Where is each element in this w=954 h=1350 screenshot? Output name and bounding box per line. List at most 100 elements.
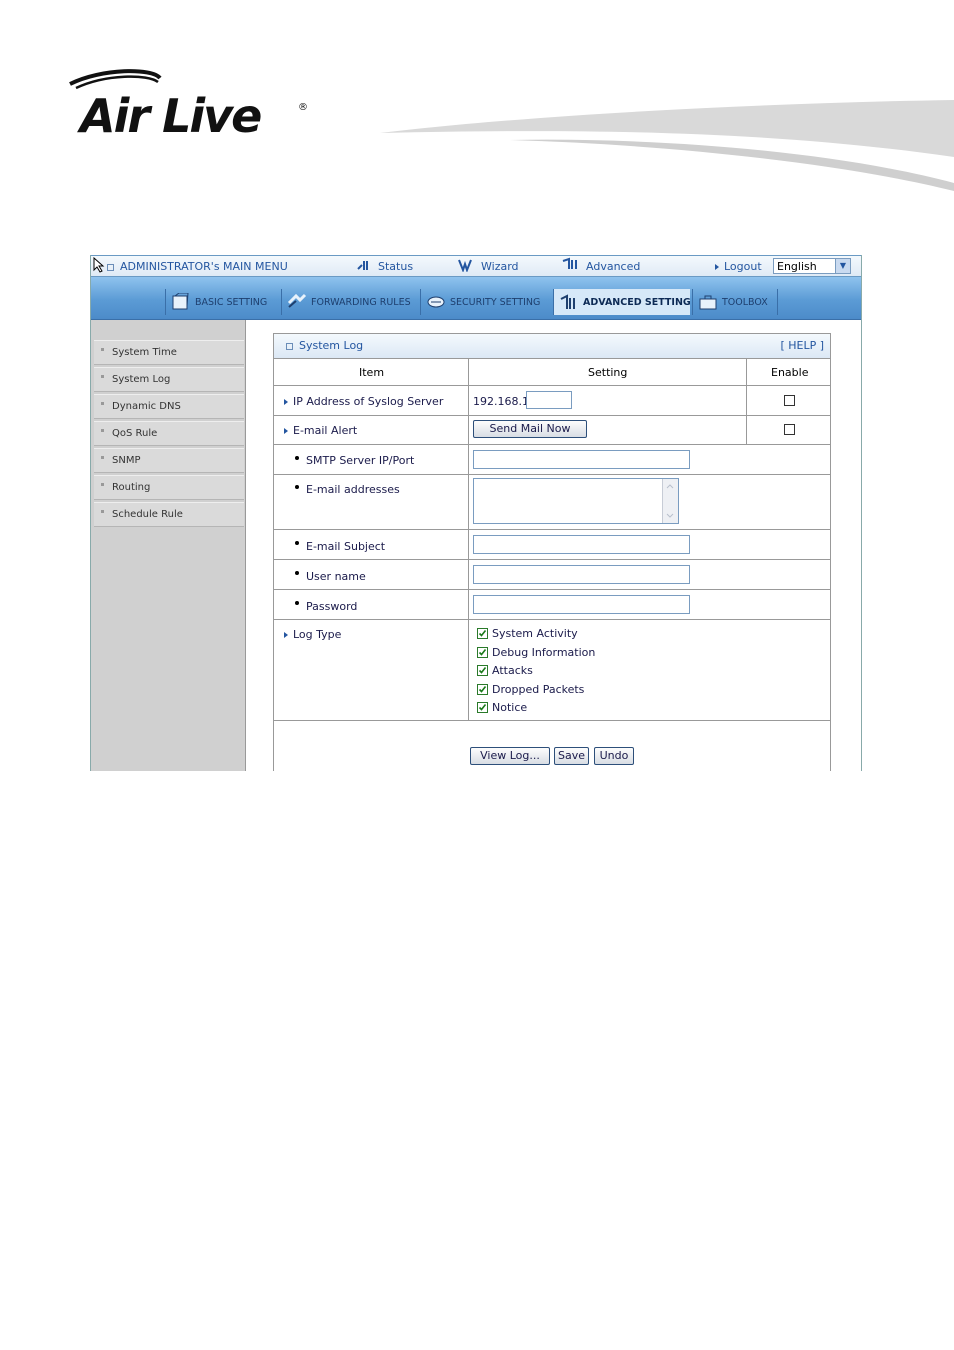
- email-subject-input[interactable]: [473, 535, 690, 554]
- log-type-option-label: Attacks: [492, 664, 533, 678]
- sidebar-item-label: Routing: [112, 482, 151, 493]
- sidebar-item-dynamic-dns[interactable]: Dynamic DNS: [94, 394, 244, 419]
- log-type-row: Log Type System Activity Debug Informatio…: [274, 620, 830, 721]
- syslog-item-cell: IP Address of Syslog Server: [274, 386, 469, 415]
- bullet-icon: [101, 375, 104, 378]
- sidebar-item-snmp[interactable]: SNMP: [94, 448, 244, 473]
- main-menu-bar: ADMINISTRATOR's MAIN MENU Status Wizard …: [91, 255, 861, 277]
- log-type-checkbox[interactable]: [477, 628, 488, 639]
- bullet-icon: [101, 429, 104, 432]
- email-addresses-label: E-mail addresses: [306, 483, 400, 496]
- row-arrow-icon: [284, 428, 288, 434]
- tab-basic-setting[interactable]: BASIC SETTING: [165, 289, 279, 315]
- router-ui-screenshot: ADMINISTRATOR's MAIN MENU Status Wizard …: [90, 255, 862, 771]
- row-arrow-icon: [284, 399, 288, 405]
- smtp-label: SMTP Server IP/Port: [306, 454, 415, 467]
- smtp-server-input[interactable]: [473, 450, 690, 469]
- column-header-enable: Enable: [771, 366, 809, 379]
- log-type-checkbox[interactable]: [477, 683, 488, 695]
- textarea-scrollbar[interactable]: [662, 479, 678, 523]
- save-button[interactable]: Save: [554, 747, 589, 765]
- log-type-checkbox[interactable]: [477, 665, 488, 677]
- sidebar-item-schedule-rule[interactable]: Schedule Rule: [94, 502, 244, 527]
- logout-link[interactable]: Logout: [724, 260, 762, 273]
- column-header-setting: Setting: [588, 366, 628, 379]
- tab-bar: BASIC SETTING FORWARDING RULES SECURITY …: [91, 277, 861, 320]
- send-mail-now-button[interactable]: Send Mail Now: [473, 420, 587, 438]
- email-alert-label: E-mail Alert: [284, 424, 357, 437]
- panel-title: System Log: [299, 339, 364, 352]
- svg-text:Air Live: Air Live: [77, 89, 261, 143]
- bullet-dot-icon: [295, 541, 299, 545]
- language-select[interactable]: English ▼: [773, 258, 851, 274]
- username-row: User name: [274, 560, 830, 590]
- tab-security-setting[interactable]: SECURITY SETTING: [420, 289, 551, 315]
- email-subject-row: E-mail Subject: [274, 530, 830, 560]
- syslog-enable-checkbox[interactable]: [784, 395, 795, 406]
- chevron-down-icon: ▼: [835, 259, 850, 273]
- sidebar-item-system-time[interactable]: System Time: [94, 340, 244, 365]
- bullet-dot-icon: [295, 601, 299, 605]
- bullet-dot-icon: [295, 571, 299, 575]
- syslog-label: IP Address of Syslog Server: [284, 395, 443, 408]
- status-link[interactable]: Status: [378, 260, 413, 273]
- sidebar-item-label: QoS Rule: [112, 428, 158, 439]
- sidebar: System Time System Log Dynamic DNS QoS R…: [91, 320, 246, 771]
- bullet-dot-icon: [295, 456, 299, 460]
- tab-label: FORWARDING RULES: [311, 296, 411, 308]
- email-addresses-row: E-mail addresses: [274, 475, 830, 530]
- log-type-label: Log Type: [284, 628, 341, 641]
- log-type-checkbox[interactable]: [477, 646, 488, 658]
- admin-main-menu-label: ADMINISTRATOR's MAIN MENU: [120, 260, 288, 273]
- syslog-label-text: IP Address of Syslog Server: [293, 395, 444, 408]
- username-item-cell: User name: [274, 560, 469, 589]
- email-alert-enable-checkbox[interactable]: [784, 424, 795, 435]
- title-square-icon: [286, 343, 293, 350]
- syslog-ip-prefix: 192.168.1.: [473, 395, 533, 408]
- sidebar-item-system-log[interactable]: System Log: [94, 367, 244, 392]
- bullet-dot-icon: [295, 485, 299, 489]
- tab-toolbox[interactable]: TOOLBOX: [692, 289, 778, 315]
- tab-label: SECURITY SETTING: [450, 296, 541, 308]
- view-log-button[interactable]: View Log...: [470, 747, 550, 765]
- log-type-label-text: Log Type: [293, 628, 342, 641]
- help-link[interactable]: [ HELP ]: [780, 339, 824, 352]
- username-label: User name: [306, 570, 366, 583]
- log-type-checkbox[interactable]: [477, 702, 488, 714]
- wizard-link[interactable]: Wizard: [481, 260, 519, 273]
- bullet-icon: [101, 483, 104, 486]
- email-addresses-item-cell: E-mail addresses: [274, 475, 469, 529]
- forwarding-rules-icon: [286, 293, 308, 311]
- header-swoosh: [380, 95, 954, 195]
- system-log-panel: System Log [ HELP ] Item Setting Enable …: [273, 333, 831, 771]
- email-alert-enable-cell: [746, 416, 830, 444]
- sidebar-item-label: Schedule Rule: [112, 509, 183, 520]
- advanced-setting-icon: [558, 293, 580, 311]
- email-alert-item-cell: E-mail Alert: [274, 416, 469, 444]
- sidebar-item-label: SNMP: [112, 455, 141, 466]
- sidebar-item-routing[interactable]: Routing: [94, 475, 244, 500]
- smtp-server-row: SMTP Server IP/Port: [274, 445, 830, 475]
- logout-arrow-icon: [715, 264, 719, 270]
- advanced-link[interactable]: Advanced: [586, 260, 640, 273]
- log-type-item-cell: Log Type: [274, 620, 469, 720]
- tab-advanced-setting[interactable]: ADVANCED SETTING: [553, 289, 691, 315]
- log-type-option-label: Debug Information: [492, 645, 596, 659]
- cursor-icon: [93, 256, 105, 276]
- log-type-option-label: Dropped Packets: [492, 682, 585, 696]
- menu-square-icon: [107, 264, 114, 271]
- undo-button[interactable]: Undo: [594, 747, 634, 765]
- header-enable-cell: Enable: [746, 358, 830, 385]
- password-input[interactable]: [473, 595, 690, 614]
- syslog-ip-input[interactable]: [526, 391, 572, 409]
- tab-label: TOOLBOX: [722, 296, 768, 308]
- security-setting-icon: [425, 293, 447, 311]
- tab-forwarding-rules[interactable]: FORWARDING RULES: [281, 289, 418, 315]
- bullet-icon: [101, 348, 104, 351]
- sidebar-item-qos-rule[interactable]: QoS Rule: [94, 421, 244, 446]
- username-input[interactable]: [473, 565, 690, 584]
- tab-label: ADVANCED SETTING: [583, 296, 691, 308]
- email-addresses-textarea[interactable]: [473, 478, 679, 524]
- sidebar-item-label: Dynamic DNS: [112, 401, 181, 412]
- tab-label: BASIC SETTING: [195, 296, 268, 308]
